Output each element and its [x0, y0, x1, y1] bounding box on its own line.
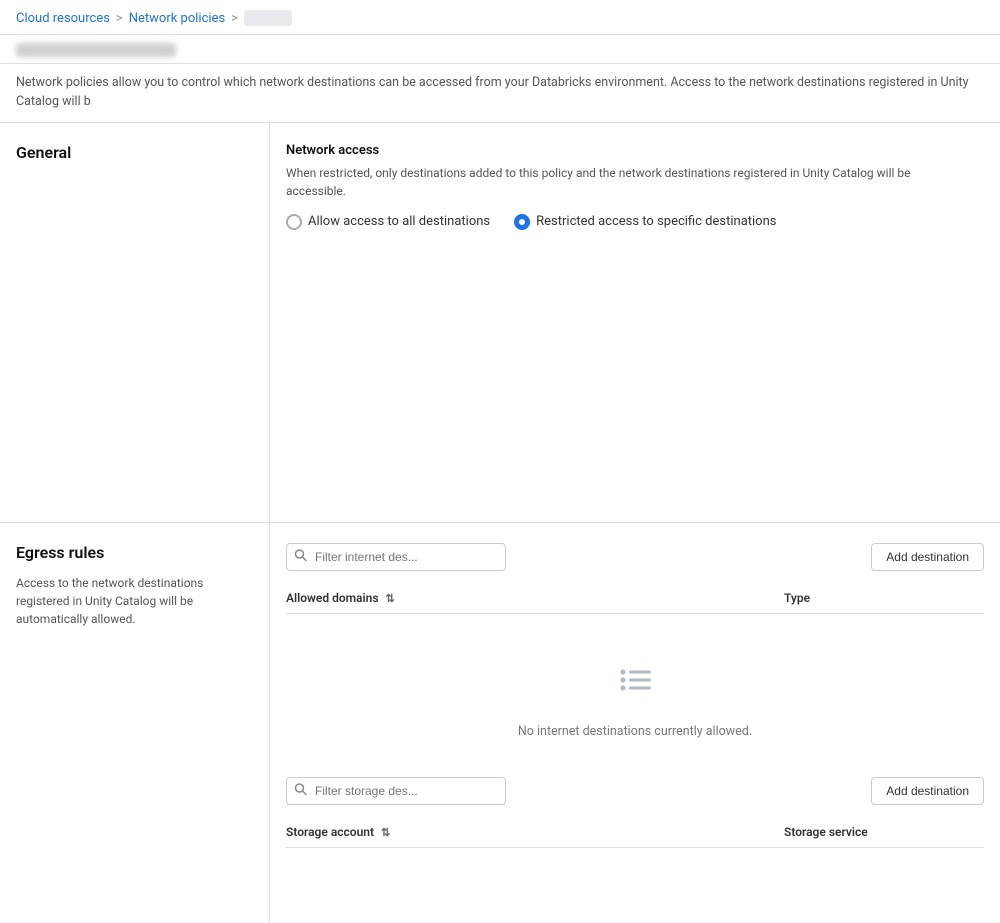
radio-allow-all[interactable]: Allow access to all destinations: [286, 214, 490, 230]
storage-table-header: Storage account ⇅ Storage service: [286, 817, 984, 848]
internet-filter-wrapper: [286, 543, 506, 571]
empty-list-icon: [609, 654, 661, 710]
radio-group: Allow access to all destinations Restric…: [286, 214, 984, 230]
description-text: Network policies allow you to control wh…: [16, 75, 969, 109]
network-access-title: Network access: [286, 143, 984, 158]
egress-section: Egress rules Access to the network desti…: [0, 523, 1000, 923]
internet-filter-bar: Add destination: [286, 543, 984, 571]
general-left-panel: General: [0, 123, 270, 522]
internet-empty-state: No internet destinations currently allow…: [286, 614, 984, 769]
breadcrumb-sep-2: >: [231, 11, 238, 26]
internet-search-icon: [294, 548, 307, 565]
storage-account-sort-icon[interactable]: ⇅: [381, 826, 390, 839]
storage-service-col-header: Storage service: [784, 825, 984, 839]
radio-circle-allow-all: [286, 214, 302, 230]
egress-section-title: Egress rules: [16, 543, 253, 562]
description-bar: Network policies allow you to control wh…: [0, 64, 1000, 123]
internet-table-header: Allowed domains ⇅ Type: [286, 583, 984, 614]
page-title-bar: [0, 35, 1000, 64]
egress-right-panel: Add destination Allowed domains ⇅ Type: [270, 523, 1000, 923]
type-col-header: Type: [784, 591, 984, 605]
breadcrumb: Cloud resources > Network policies >: [0, 0, 1000, 35]
storage-search-icon: [294, 782, 307, 799]
radio-label-allow-all: Allow access to all destinations: [308, 214, 490, 229]
internet-filter-input[interactable]: [286, 543, 506, 571]
egress-section-desc: Access to the network destinations regis…: [16, 574, 253, 628]
breadcrumb-network-policies[interactable]: Network policies: [129, 11, 225, 26]
storage-filter-wrapper: [286, 777, 506, 805]
internet-empty-text: No internet destinations currently allow…: [518, 724, 752, 739]
network-access-desc: When restricted, only destinations added…: [286, 164, 936, 200]
storage-filter-input[interactable]: [286, 777, 506, 805]
radio-circle-restricted: [514, 214, 530, 230]
general-section-title: General: [16, 143, 253, 162]
breadcrumb-cloud-resources[interactable]: Cloud resources: [16, 11, 110, 26]
general-right-panel: Network access When restricted, only des…: [270, 123, 1000, 522]
page-title-blurred: [16, 43, 176, 57]
add-internet-destination-button[interactable]: Add destination: [871, 543, 984, 571]
allowed-domains-col-header: Allowed domains ⇅: [286, 591, 784, 605]
radio-restricted[interactable]: Restricted access to specific destinatio…: [514, 214, 776, 230]
egress-left-panel: Egress rules Access to the network desti…: [0, 523, 270, 923]
add-storage-destination-button[interactable]: Add destination: [871, 777, 984, 805]
breadcrumb-current: [244, 10, 292, 26]
allowed-domains-sort-icon[interactable]: ⇅: [385, 592, 394, 605]
radio-label-restricted: Restricted access to specific destinatio…: [536, 214, 776, 229]
storage-account-col-header: Storage account ⇅: [286, 825, 784, 839]
breadcrumb-sep-1: >: [116, 11, 123, 26]
storage-filter-bar: Add destination: [286, 777, 984, 805]
